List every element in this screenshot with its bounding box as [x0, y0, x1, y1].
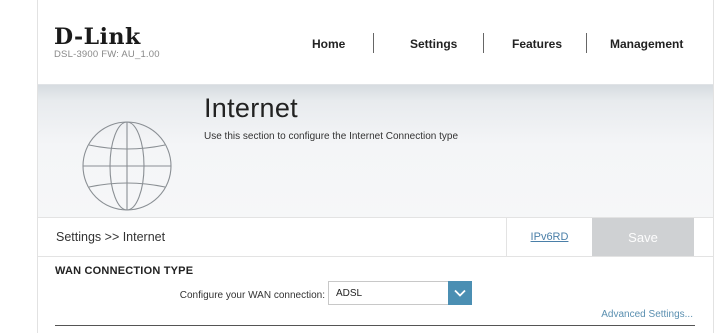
- globe-icon: [82, 121, 172, 211]
- dropdown-toggle[interactable]: [448, 281, 472, 305]
- nav-management[interactable]: Management: [610, 37, 683, 51]
- breadcrumb: Settings >> Internet: [56, 230, 166, 244]
- chevron-down-icon: [454, 289, 466, 297]
- advanced-settings-link[interactable]: Advanced Settings...: [601, 309, 693, 320]
- action-bar: Settings >> Internet IPv6RD Save: [38, 217, 713, 257]
- wan-connection-value: ADSL: [336, 288, 363, 299]
- section-divider: [55, 325, 695, 326]
- router-admin-page: D-Link DSL-3900 FW: AU_1.00 Home Setting…: [37, 0, 714, 333]
- top-header: D-Link DSL-3900 FW: AU_1.00 Home Setting…: [38, 0, 713, 84]
- dlink-logo: D-Link DSL-3900 FW: AU_1.00: [54, 26, 160, 60]
- logo-text: D-Link: [54, 24, 141, 50]
- page-hero: Internet Use this section to configure t…: [38, 84, 713, 218]
- wan-connection-label: Configure your WAN connection:: [179, 290, 325, 301]
- ipv6rd-link[interactable]: IPv6RD: [507, 231, 592, 243]
- wan-connection-select[interactable]: ADSL: [328, 281, 472, 305]
- page-description: Use this section to configure the Intern…: [204, 131, 459, 142]
- nav-divider: [373, 33, 374, 53]
- nav-features[interactable]: Features: [512, 37, 562, 51]
- page-title: Internet: [204, 93, 298, 123]
- nav-divider: [586, 33, 587, 53]
- nav-divider: [483, 33, 484, 53]
- model-firmware-label: DSL-3900 FW: AU_1.00: [54, 49, 160, 60]
- nav-settings[interactable]: Settings: [410, 37, 457, 51]
- nav-home[interactable]: Home: [312, 37, 345, 51]
- save-button[interactable]: Save: [592, 218, 694, 256]
- ipv6rd-cell: IPv6RD: [506, 218, 592, 256]
- wan-section-title: WAN CONNECTION TYPE: [55, 265, 194, 277]
